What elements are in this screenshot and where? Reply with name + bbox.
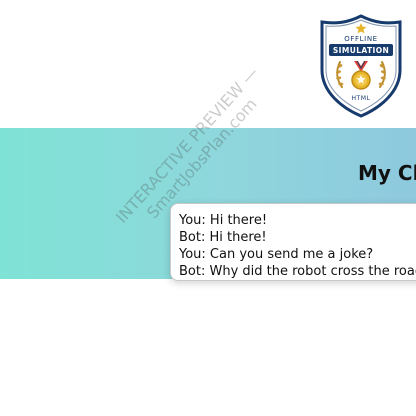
badge-top-text: OFFLINE (344, 35, 377, 43)
page: My Cha You: Hi there! Bot: Hi there! You… (0, 0, 416, 416)
chat-message: You: Can you send me a joke? (179, 247, 374, 262)
page-title: My Cha (358, 161, 416, 185)
shield-badge-icon: OFFLINE SIMULATION HTML (320, 14, 402, 118)
chat-transcript-panel: You: Hi there! Bot: Hi there! You: Can y… (170, 203, 416, 281)
chat-lines: You: Hi there! Bot: Hi there! You: Can y… (179, 212, 416, 280)
chat-message: Bot: Why did the robot cross the road? B… (179, 264, 416, 279)
chat-message: You: Hi there! (179, 213, 268, 228)
badge-main-text: SIMULATION (333, 46, 389, 55)
offline-simulation-badge: OFFLINE SIMULATION HTML (320, 14, 402, 118)
badge-bottom-text: HTML (351, 95, 370, 102)
chat-message: Bot: Hi there! (179, 230, 267, 245)
